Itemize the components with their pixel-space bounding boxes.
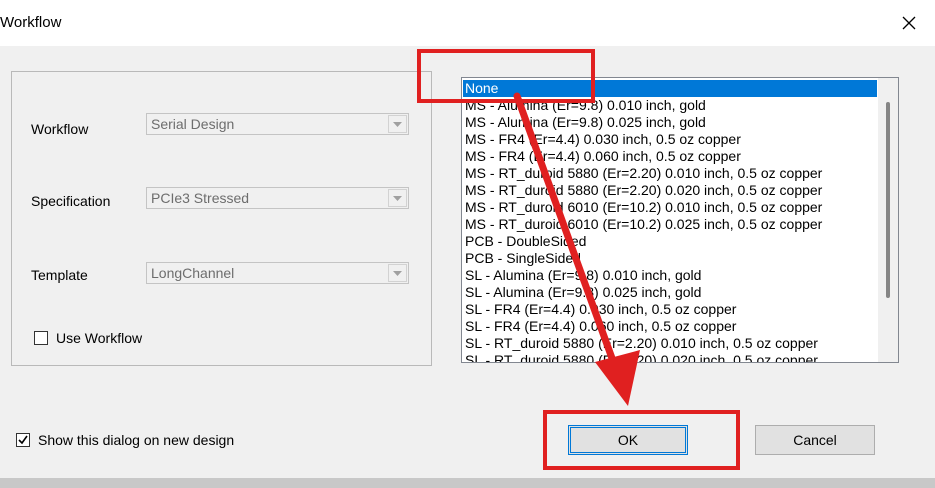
listbox-items: None MS - Alumina (Er=9.8) 0.010 inch, go… <box>463 80 877 362</box>
list-item[interactable]: MS - RT_duroid 5880 (Er=2.20) 0.010 inch… <box>463 165 877 182</box>
workflow-combobox-value: Serial Design <box>151 116 235 132</box>
ok-button-label: OK <box>617 432 639 448</box>
list-item[interactable]: SL - FR4 (Er=4.4) 0.060 inch, 0.5 oz cop… <box>463 318 877 335</box>
window-bottom-edge <box>0 478 935 488</box>
use-workflow-label: Use Workflow <box>56 330 143 346</box>
chevron-down-icon <box>393 195 402 201</box>
checkmark-icon <box>18 435 28 445</box>
workflow-label: Workflow <box>31 121 89 137</box>
cancel-button-label: Cancel <box>793 432 837 448</box>
workflow-combobox[interactable]: Serial Design <box>146 113 409 135</box>
list-item[interactable]: MS - Alumina (Er=9.8) 0.010 inch, gold <box>463 97 877 114</box>
list-item[interactable]: SL - Alumina (Er=9.8) 0.025 inch, gold <box>463 284 877 301</box>
list-item[interactable]: SL - RT_duroid 5880 (Er=2.20) 0.010 inch… <box>463 335 877 352</box>
list-item[interactable]: SL - RT_duroid 5880 (Er=2.20) 0.020 inch… <box>463 352 877 362</box>
vertical-scrollbar[interactable] <box>878 78 898 362</box>
use-workflow-checkbox[interactable] <box>34 331 48 345</box>
template-combobox-button[interactable] <box>388 264 407 282</box>
window-title: Workflow <box>0 14 62 31</box>
list-item[interactable]: MS - RT_duroid 6010 (Er=10.2) 0.010 inch… <box>463 199 877 216</box>
template-combobox-value: LongChannel <box>151 265 235 281</box>
close-button[interactable] <box>896 10 922 36</box>
template-listbox[interactable]: None MS - Alumina (Er=9.8) 0.010 inch, go… <box>461 77 899 363</box>
list-item-selected[interactable]: None <box>463 80 877 97</box>
list-item[interactable]: PCB - SingleSided <box>463 250 877 267</box>
list-item[interactable]: MS - FR4 (Er=4.4) 0.030 inch, 0.5 oz cop… <box>463 131 877 148</box>
specification-label: Specification <box>31 193 111 209</box>
chevron-down-icon <box>393 270 402 276</box>
title-bar: Workflow <box>0 0 935 46</box>
template-label: Template <box>31 267 88 283</box>
close-icon <box>902 16 916 30</box>
workflow-combobox-button[interactable] <box>388 115 407 133</box>
ok-button[interactable]: OK <box>568 425 688 455</box>
specification-combobox-button[interactable] <box>388 189 407 207</box>
chevron-down-icon <box>393 121 402 127</box>
list-item[interactable]: SL - Alumina (Er=9.8) 0.010 inch, gold <box>463 267 877 284</box>
template-combobox[interactable]: LongChannel <box>146 262 409 284</box>
show-dialog-label: Show this dialog on new design <box>38 432 235 448</box>
list-item[interactable]: PCB - DoubleSided <box>463 233 877 250</box>
cancel-button[interactable]: Cancel <box>755 425 875 455</box>
specification-combobox-value: PCIe3 Stressed <box>151 190 250 206</box>
list-item[interactable]: MS - FR4 (Er=4.4) 0.060 inch, 0.5 oz cop… <box>463 148 877 165</box>
list-item[interactable]: MS - RT_duroid 5880 (Er=2.20) 0.020 inch… <box>463 182 877 199</box>
specification-combobox[interactable]: PCIe3 Stressed <box>146 187 409 209</box>
show-dialog-checkbox[interactable] <box>16 433 30 447</box>
list-item[interactable]: SL - FR4 (Er=4.4) 0.030 inch, 0.5 oz cop… <box>463 301 877 318</box>
list-item[interactable]: MS - Alumina (Er=9.8) 0.025 inch, gold <box>463 114 877 131</box>
scrollbar-thumb[interactable] <box>886 102 890 298</box>
list-item[interactable]: MS - RT_duroid 6010 (Er=10.2) 0.025 inch… <box>463 216 877 233</box>
